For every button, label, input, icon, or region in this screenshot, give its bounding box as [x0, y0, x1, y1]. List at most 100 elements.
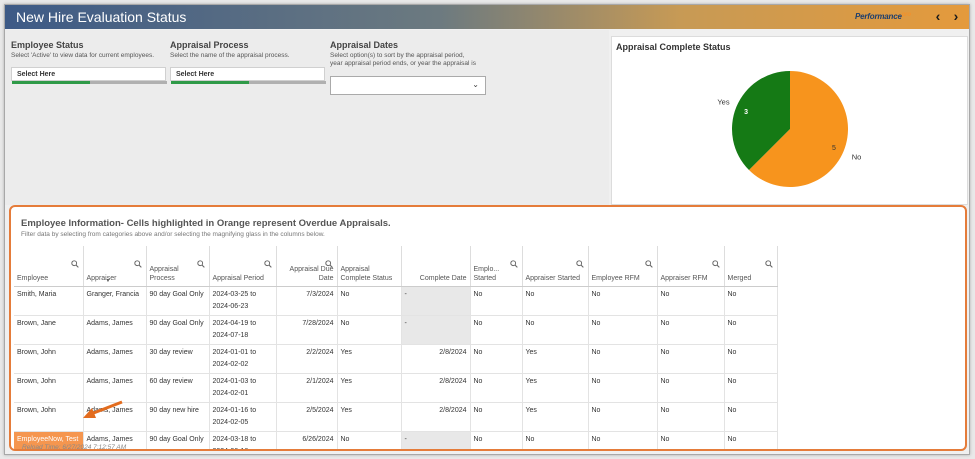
sort-indicator-icon[interactable]: ▼: [106, 277, 111, 286]
table-cell: No: [470, 344, 523, 374]
column-header-label: Appraisal Complete Status: [340, 265, 393, 282]
table-row[interactable]: Brown, John Adams, James 60 day review 2024…: [14, 373, 778, 403]
table-cell: 2/1/2024: [276, 373, 338, 403]
table-cell: 2024-01-16 to 2024-02-05: [209, 402, 277, 432]
table-cell: No: [522, 431, 589, 449]
column-header[interactable]: Complete Date: [401, 246, 471, 287]
table-row[interactable]: Brown, John Adams, James 30 day review 2024…: [14, 344, 778, 374]
table-cell: No: [588, 373, 658, 403]
table-cell: 7/28/2024: [276, 315, 338, 345]
table-header-row: Employee Appraiser ▼ Appraisal Process Appra…: [14, 246, 778, 287]
select-value: Select Here: [17, 71, 56, 78]
search-icon[interactable]: [264, 260, 272, 268]
column-header[interactable]: Appraisal Complete Status: [337, 246, 402, 287]
table-cell: Adams, James: [83, 315, 147, 345]
table-cell: 2024-03-25 to 2024-06-23: [209, 286, 277, 316]
table-cell: Yes: [522, 402, 589, 432]
column-header[interactable]: Appraisal Due Date: [276, 246, 338, 287]
table-cell: Brown, John: [14, 344, 84, 374]
table-cell: No: [337, 315, 402, 345]
table-cell: No: [724, 286, 778, 316]
employee-status-select[interactable]: Select Here: [11, 67, 167, 84]
column-header[interactable]: Appraiser RFM: [657, 246, 725, 287]
table-row[interactable]: Brown, Jane Adams, James 90 day Goal Only 2…: [14, 315, 778, 345]
table-cell: No: [657, 431, 725, 449]
table-cell: 2/2/2024: [276, 344, 338, 374]
performancepro-logo: Performancepro: [855, 12, 911, 21]
column-header[interactable]: Appraiser Started: [522, 246, 589, 287]
table-cell: No: [337, 431, 402, 449]
search-icon[interactable]: [510, 260, 518, 268]
chart-title: Appraisal Complete Status: [616, 42, 731, 52]
search-icon[interactable]: [134, 260, 142, 268]
search-icon[interactable]: [765, 260, 773, 268]
table-cell: Yes: [522, 373, 589, 403]
app-frame: New Hire Evaluation Status Performancepr…: [4, 4, 970, 455]
table-cell: 2024-04-19 to 2024-07-18: [209, 315, 277, 345]
employee-status-filter: Employee Status Select 'Active' to view …: [11, 40, 154, 60]
column-header-label: Employee RFM: [591, 274, 640, 282]
search-icon[interactable]: [197, 260, 205, 268]
table-cell: No: [470, 373, 523, 403]
search-icon[interactable]: [71, 260, 79, 268]
table-cell: -: [401, 431, 471, 449]
table-row[interactable]: Smith, Maria Granger, Francia 90 day Goal …: [14, 286, 778, 316]
table-cell: No: [657, 315, 725, 345]
table-cell: No: [470, 402, 523, 432]
previous-sheet-button[interactable]: ‹: [929, 7, 947, 27]
table-cell: No: [724, 431, 778, 449]
appraisal-process-filter: Appraisal Process Select the name of the…: [170, 40, 290, 60]
table-cell: -: [401, 286, 471, 316]
table-cell: Adams, James: [83, 373, 147, 403]
appraisal-complete-chart: Appraisal Complete Status 5 No 3 Yes: [611, 36, 968, 205]
table-cell: Smith, Maria: [14, 286, 84, 316]
column-header[interactable]: Appraiser ▼: [83, 246, 147, 287]
column-header-label: Merged: [727, 274, 752, 282]
table-cell: 2/5/2024: [276, 402, 338, 432]
logo-text: Performance: [855, 12, 902, 21]
search-icon[interactable]: [576, 260, 584, 268]
table-cell: Yes: [337, 373, 402, 403]
search-icon[interactable]: [325, 260, 333, 268]
column-header-label: Appraiser RFM: [660, 274, 708, 282]
search-icon[interactable]: [712, 260, 720, 268]
column-header[interactable]: Appraisal Process: [146, 246, 210, 287]
table-cell: No: [588, 315, 658, 345]
table-cell: No: [522, 286, 589, 316]
appraisal-process-select[interactable]: Select Here: [170, 67, 326, 84]
table-cell: 90 day Goal Only: [146, 286, 210, 316]
pie-category-label: No: [852, 153, 862, 162]
search-icon[interactable]: [645, 260, 653, 268]
filter-title: Appraisal Process: [170, 40, 249, 50]
table-cell: No: [724, 373, 778, 403]
table-cell: No: [657, 344, 725, 374]
table-cell: 2/8/2024: [401, 373, 471, 403]
column-header-label: Employee: [17, 274, 49, 282]
table-cell: -: [401, 315, 471, 345]
table-body: Smith, Maria Granger, Francia 90 day Goal …: [14, 286, 778, 449]
column-header[interactable]: Employee RFM: [588, 246, 658, 287]
column-header[interactable]: Emplo... Started: [470, 246, 523, 287]
filter-subtitle-line1: Select option(s) to sort by the appraisa…: [330, 52, 465, 59]
column-header[interactable]: Appraisal Period: [209, 246, 277, 287]
table-cell: Yes: [337, 344, 402, 374]
column-header[interactable]: Merged: [724, 246, 778, 287]
next-sheet-button[interactable]: ›: [947, 7, 965, 27]
column-header[interactable]: Employee: [14, 246, 84, 287]
appraisal-dates-dropdown[interactable]: ⌄: [330, 76, 486, 95]
table-cell: Adams, James: [83, 402, 147, 432]
filter-title: Employee Status: [11, 40, 84, 50]
filter-subtitle: Select the name of the appraisal process…: [170, 52, 290, 59]
reload-time: Reload Time: 6/27/2024 7:12:57 AM: [22, 444, 127, 451]
table-cell: 90 day new hire: [146, 402, 210, 432]
table-cell: No: [657, 402, 725, 432]
filters-panel: Employee Status Select 'Active' to view …: [5, 30, 609, 205]
column-header-label: Appraisal Process: [149, 265, 179, 282]
column-header-label: Appraiser Started: [525, 274, 580, 282]
table-cell: No: [588, 286, 658, 316]
table-row[interactable]: Brown, John Adams, James 90 day new hire 20…: [14, 402, 778, 432]
table-cell: No: [724, 315, 778, 345]
table-cell: Yes: [337, 402, 402, 432]
table-row[interactable]: EmployeeNow, Test Adams, James 90 day Goal…: [14, 431, 778, 449]
filter-title: Appraisal Dates: [330, 40, 399, 50]
